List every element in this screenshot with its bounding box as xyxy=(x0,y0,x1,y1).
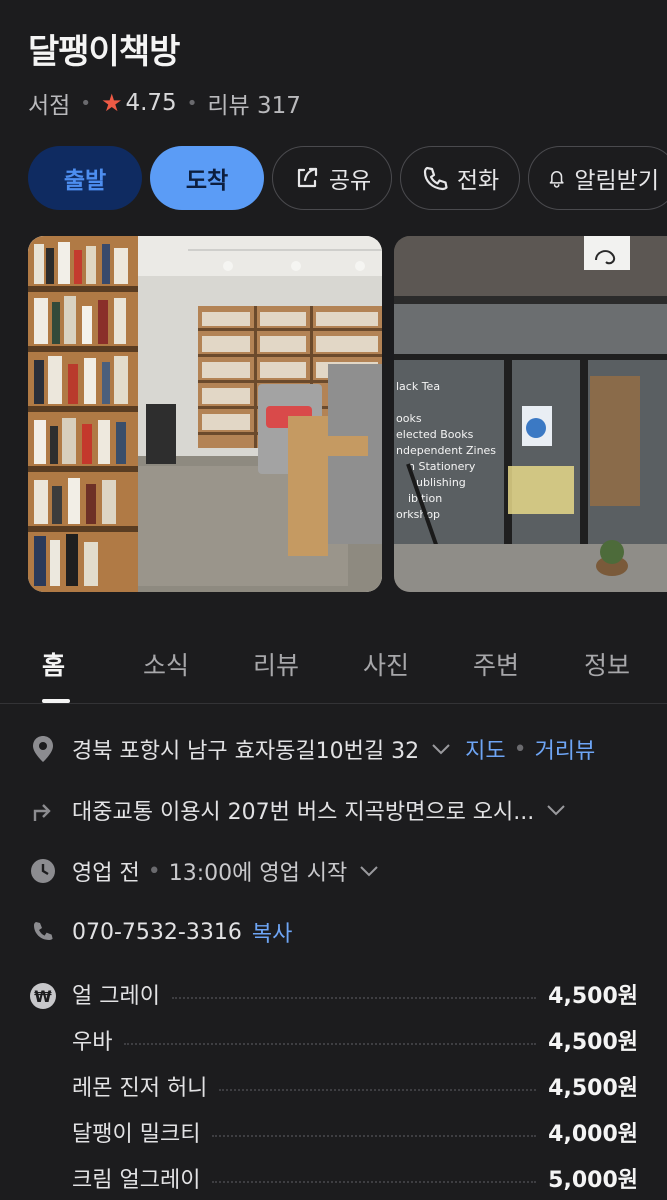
dotted-leader xyxy=(171,997,537,999)
window-text: ndependent Zines xyxy=(396,444,496,457)
call-button[interactable]: 전화 xyxy=(400,146,520,210)
window-text: n Stationery xyxy=(408,460,476,473)
place-detail-page: 달팽이책방 서점 • ★ 4.75 • 리뷰 317 출발 도착 공유 전화 알… xyxy=(0,0,667,1200)
bookstore-storefront-image: lack Tea ooks elected Books ndependent Z… xyxy=(394,236,667,592)
menu-item: 달팽이 밀크티 4,000원 xyxy=(72,1114,638,1150)
bell-plus-icon xyxy=(549,171,564,188)
tab-news[interactable]: 소식 xyxy=(143,646,189,682)
review-count-link[interactable]: 리뷰 317 xyxy=(207,86,301,120)
rating-value: 4.75 xyxy=(125,90,177,116)
clock-icon xyxy=(28,856,58,886)
chevron-down-icon[interactable] xyxy=(546,800,566,821)
window-text: ublishing xyxy=(416,476,466,489)
arrive-button[interactable]: 도착 xyxy=(150,146,264,210)
hours-status: 영업 전 xyxy=(72,861,140,886)
separator-dot: • xyxy=(513,736,527,762)
share-icon xyxy=(297,167,317,188)
menu-item: 크림 얼그레이 5,000원 xyxy=(72,1160,638,1196)
phone-number[interactable]: 070-7532-3316 xyxy=(72,920,242,945)
menu-item-price: 4,500원 xyxy=(548,984,638,1009)
photo-interior[interactable] xyxy=(28,236,382,592)
copy-phone-link[interactable]: 복사 xyxy=(252,916,292,948)
phone-row: 070-7532-3316 복사 xyxy=(28,916,648,948)
menu-item-price: 5,000원 xyxy=(548,1168,638,1193)
window-text: elected Books xyxy=(396,428,474,441)
place-title: 달팽이책방 xyxy=(28,32,180,72)
dotted-leader xyxy=(212,1135,537,1137)
separator-dot: • xyxy=(80,92,91,114)
address-row: 경북 포항시 남구 효자동길10번길 32 지도 • 거리뷰 xyxy=(28,733,648,765)
phone-icon xyxy=(28,917,58,947)
menu-item: 레몬 진저 허니 4,500원 xyxy=(72,1068,638,1104)
dotted-leader xyxy=(219,1089,537,1091)
directions-icon xyxy=(28,795,58,825)
call-label: 전화 xyxy=(456,168,500,194)
dotted-leader xyxy=(124,1043,537,1045)
menu-item: 얼 그레이 4,500원 xyxy=(72,976,638,1012)
window-text: orkshop xyxy=(396,508,440,521)
tab-info[interactable]: 정보 xyxy=(584,646,630,682)
menu-item-price: 4,500원 xyxy=(548,1076,638,1101)
star-icon: ★ xyxy=(100,89,123,117)
won-price-icon: ₩ xyxy=(30,983,56,1009)
tab-nearby[interactable]: 주변 xyxy=(473,646,519,682)
tab-photos[interactable]: 사진 xyxy=(363,646,409,682)
menu-item-price: 4,000원 xyxy=(548,1122,638,1147)
menu-item-name: 레몬 진저 허니 xyxy=(72,1076,208,1101)
menu-item-name: 얼 그레이 xyxy=(72,984,160,1009)
dotted-leader xyxy=(212,1181,537,1183)
separator-dot: • xyxy=(186,92,198,114)
menu-item-name: 달팽이 밀크티 xyxy=(72,1122,201,1147)
place-subinfo: 서점 • ★ 4.75 • 리뷰 317 xyxy=(28,86,301,120)
chevron-down-icon[interactable] xyxy=(359,861,379,882)
alarm-label: 알림받기 xyxy=(574,168,659,194)
depart-button[interactable]: 출발 xyxy=(28,146,142,210)
hours-detail: 13:00에 영업 시작 xyxy=(168,861,348,886)
window-text: ibition xyxy=(408,492,442,505)
tab-home[interactable]: 홈 xyxy=(42,646,65,682)
separator-dot: • xyxy=(147,858,161,884)
tab-bar: 홈 소식 리뷰 사진 주변 정보 xyxy=(0,636,667,704)
roadview-link[interactable]: 거리뷰 xyxy=(535,733,596,765)
phone-icon xyxy=(423,166,448,191)
action-bar: 출발 도착 공유 전화 알림받기 xyxy=(28,146,667,210)
map-link[interactable]: 지도 xyxy=(465,733,505,765)
window-text: ooks xyxy=(396,412,422,425)
tab-reviews[interactable]: 리뷰 xyxy=(253,646,299,682)
address-text: 경북 포항시 남구 효자동길10번길 32 xyxy=(72,739,420,764)
share-label: 공유 xyxy=(328,168,372,194)
active-tab-indicator xyxy=(42,699,70,703)
alarm-button[interactable]: 알림받기 xyxy=(528,146,667,210)
share-button[interactable]: 공유 xyxy=(272,146,392,210)
menu-item-name: 우바 xyxy=(72,1030,113,1055)
menu-item: 우바 4,500원 xyxy=(72,1022,638,1058)
menu-item-price: 4,500원 xyxy=(548,1030,638,1055)
location-pin-icon xyxy=(28,734,58,764)
chevron-down-icon[interactable] xyxy=(431,739,451,760)
transit-text: 대중교통 이용시 207번 버스 지곡방면으로 오시... xyxy=(72,800,535,825)
transit-row[interactable]: 대중교통 이용시 207번 버스 지곡방면으로 오시... xyxy=(28,794,648,826)
bookstore-interior-image xyxy=(28,236,382,592)
hours-row[interactable]: 영업 전 • 13:00에 영업 시작 xyxy=(28,855,648,887)
menu-item-name: 크림 얼그레이 xyxy=(72,1168,201,1193)
window-text: lack Tea xyxy=(396,380,440,393)
photo-storefront[interactable]: lack Tea ooks elected Books ndependent Z… xyxy=(394,236,667,592)
place-category: 서점 xyxy=(28,93,71,119)
